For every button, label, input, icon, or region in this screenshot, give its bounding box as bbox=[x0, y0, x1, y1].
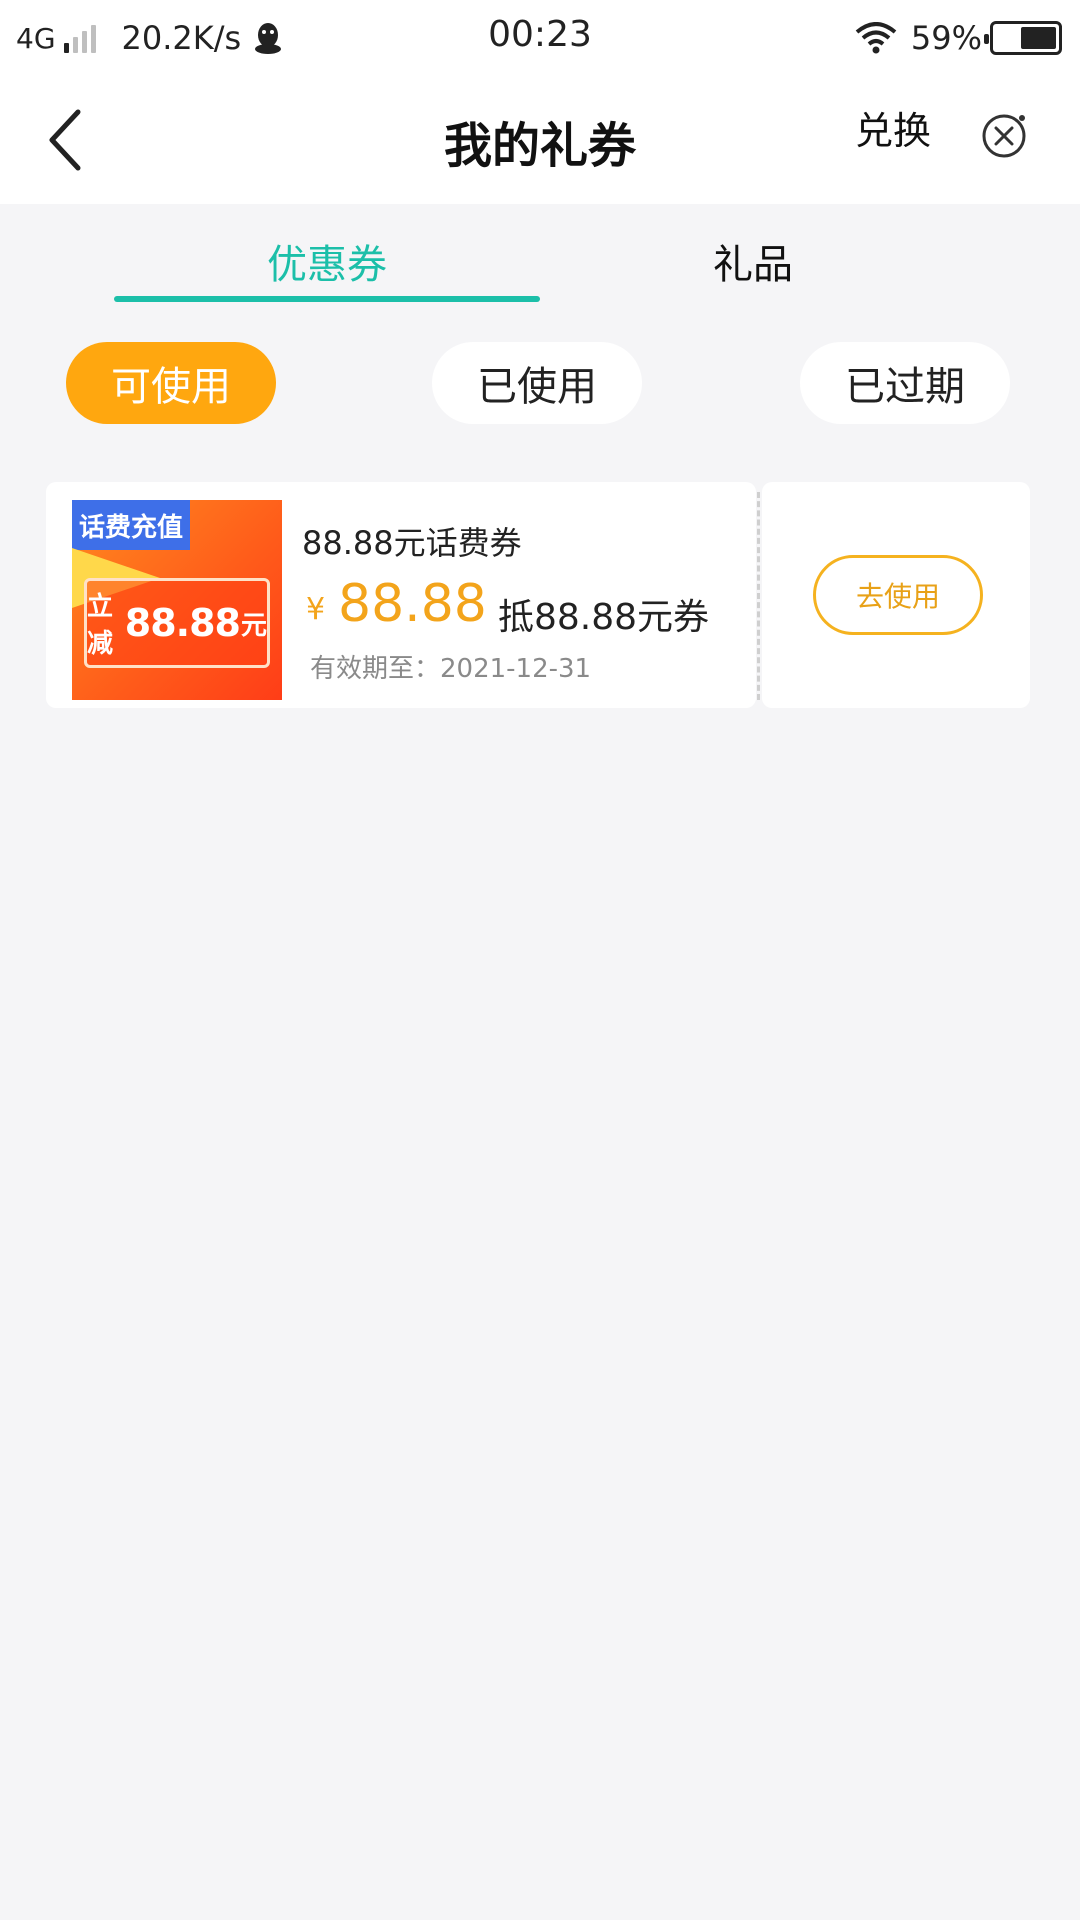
nav-header: 我的礼券 兑换 bbox=[0, 76, 1080, 204]
status-right: 59% bbox=[855, 16, 1062, 60]
coupon-currency: ¥ bbox=[306, 592, 326, 627]
coupon-title: 88.88元话费券 bbox=[302, 524, 522, 562]
tab-coupons[interactable]: 优惠券 bbox=[112, 232, 542, 290]
thumbnail-prefix: 立减 bbox=[87, 592, 114, 659]
thumbnail-suffix: 元 bbox=[240, 610, 267, 641]
coupon-thumbnail: 话费充值 立减 88.88 元 bbox=[72, 500, 282, 700]
tab-bar: 优惠券 礼品 bbox=[0, 204, 1080, 314]
close-circle-icon[interactable] bbox=[980, 110, 1030, 160]
exchange-button[interactable]: 兑换 bbox=[855, 100, 931, 155]
active-tab-indicator bbox=[114, 296, 540, 302]
battery-percent: 59% bbox=[910, 19, 982, 57]
thumbnail-banner: 立减 88.88 元 bbox=[84, 578, 270, 668]
status-filters: 可使用 已使用 已过期 bbox=[0, 340, 1080, 426]
coupon-description: 抵88.88元券 bbox=[498, 597, 710, 638]
wifi-icon bbox=[855, 22, 897, 54]
coupon-amount: 88.88 bbox=[338, 574, 487, 634]
use-coupon-button[interactable]: 去使用 bbox=[813, 555, 983, 635]
battery-icon bbox=[984, 21, 1062, 55]
thumbnail-tag: 话费充值 bbox=[72, 500, 190, 550]
filter-used[interactable]: 已使用 bbox=[432, 342, 642, 424]
thumbnail-amount: 88.88 bbox=[124, 601, 241, 645]
filter-available[interactable]: 可使用 bbox=[66, 342, 276, 424]
tab-gifts[interactable]: 礼品 bbox=[538, 232, 968, 290]
coupon-expiry: 有效期至：2021-12-31 bbox=[310, 654, 592, 684]
filter-expired[interactable]: 已过期 bbox=[800, 342, 1010, 424]
coupon-divider bbox=[757, 492, 760, 700]
battery-fill bbox=[1020, 27, 1056, 49]
status-bar: 4G 20.2K/s 00:23 59% bbox=[0, 0, 1080, 76]
